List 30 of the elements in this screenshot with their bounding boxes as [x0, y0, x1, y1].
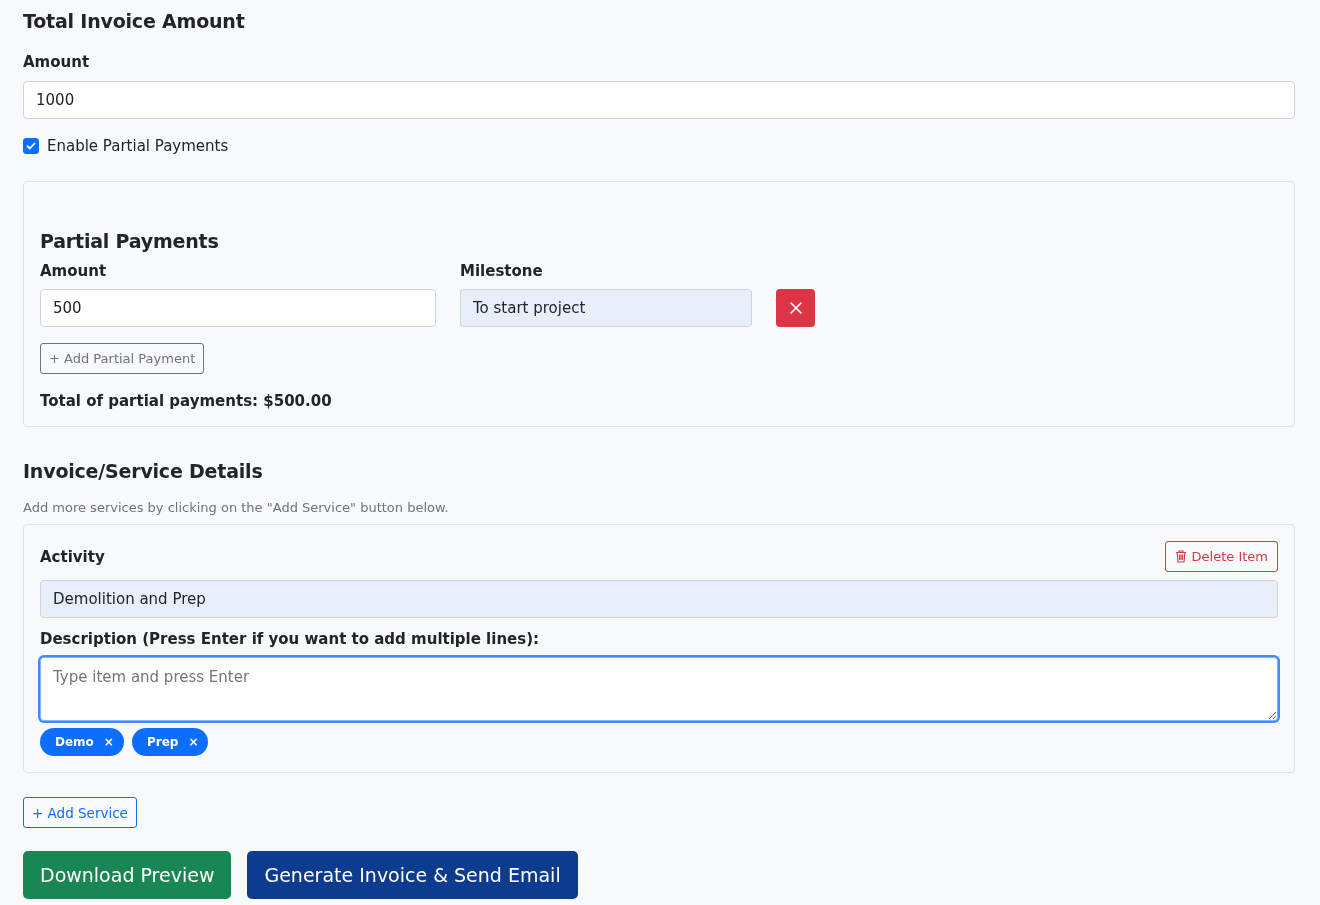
checkbox-label: Enable Partial Payments — [47, 137, 229, 155]
panel-title: Partial Payments — [40, 230, 220, 252]
add-partial-payment-button[interactable]: + Add Partial Payment — [40, 343, 205, 374]
section-title: Total Invoice Amount — [23, 10, 246, 32]
section-title: Invoice/Service Details — [23, 460, 264, 482]
description-field[interactable]: Type item and press Enter — [40, 657, 1278, 721]
action-button[interactable]: Generate Invoice & Send Email — [247, 851, 578, 899]
help-text: Add more services by clicking on the "Add Service" button below. — [23, 500, 450, 515]
partial-total: Total of partial payments: $500.00 — [40, 392, 333, 410]
add-service-button[interactable]: + Add Service — [23, 797, 137, 828]
activity-input[interactable]: Demolition and Prep — [40, 580, 1278, 618]
tag-remove-button[interactable]: × — [103, 735, 114, 749]
field-label: Amount — [23, 53, 91, 71]
close-icon — [788, 301, 803, 315]
field-label: Milestone — [460, 262, 544, 280]
amount-input[interactable]: 500 — [40, 289, 436, 327]
delete-item-button[interactable]: Delete Item — [1164, 541, 1278, 572]
tag-label: Demo — [55, 735, 94, 749]
amount-input[interactable]: 1000 — [23, 81, 1295, 119]
trash-icon — [1174, 550, 1187, 563]
milestone-input[interactable]: To start project — [460, 289, 752, 327]
remove-button[interactable] — [776, 289, 815, 327]
tag-remove-button[interactable]: × — [188, 735, 199, 749]
field-label: Activity — [40, 547, 105, 566]
tag-label: Prep — [146, 735, 179, 749]
action-button[interactable]: Download Preview — [23, 851, 232, 899]
field-label: Amount — [40, 262, 108, 280]
check-icon — [26, 141, 36, 151]
field-label: Description (Press Enter if you want to add multiple lines): — [40, 630, 541, 648]
checkbox[interactable] — [23, 138, 39, 154]
